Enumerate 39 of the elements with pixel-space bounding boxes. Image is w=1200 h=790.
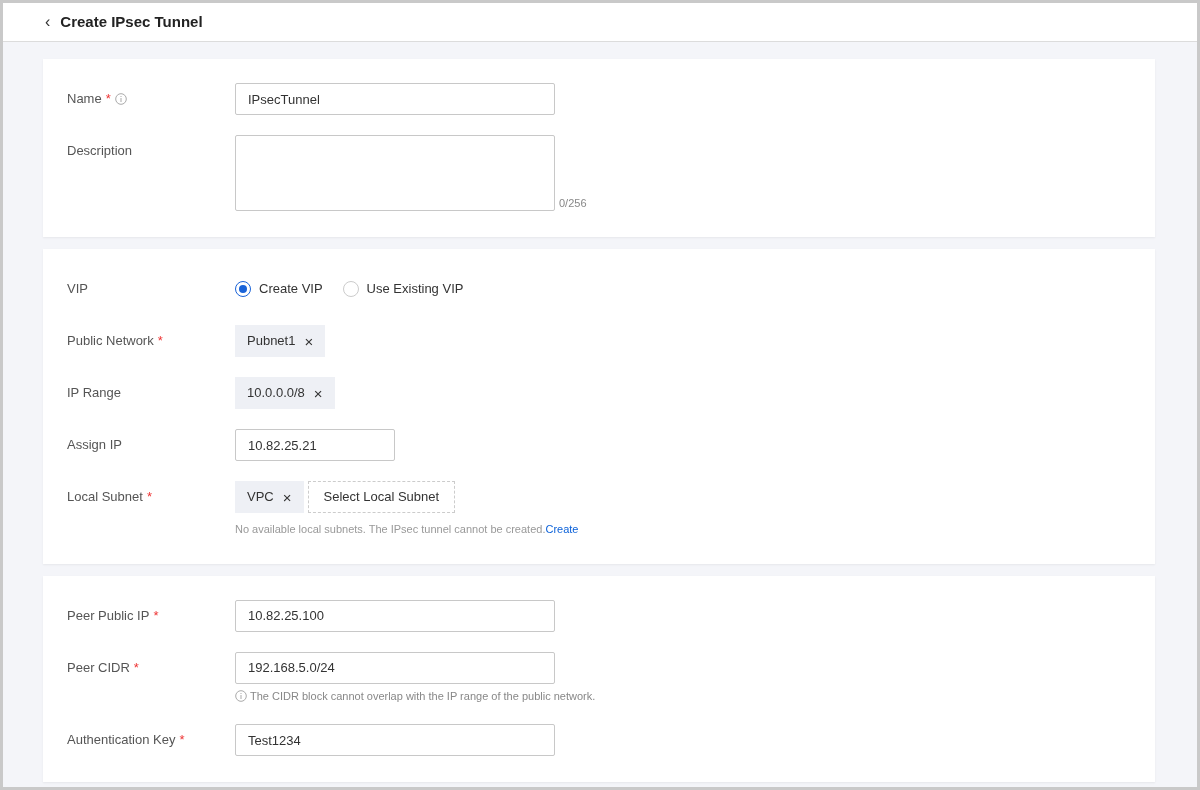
radio-button[interactable]: [235, 281, 251, 297]
input-field[interactable]: Test1234: [235, 724, 555, 756]
character-counter: 0/256: [559, 195, 587, 211]
input-field[interactable]: 10.82.25.100: [235, 599, 555, 632]
required-mark: *: [157, 332, 163, 350]
page-title: Create IPsec Tunnel: [60, 11, 203, 32]
field-label: Name: [67, 90, 102, 108]
select-button[interactable]: Select Local Subnet: [307, 481, 456, 513]
hint-text: The CIDR block cannot overlap with the IP range of the public network.: [250, 688, 596, 704]
back-button[interactable]: ‹: [45, 14, 51, 30]
radio-label: Use Existing VIP: [366, 280, 464, 298]
input-field[interactable]: IPsecTunnel: [235, 83, 555, 115]
remove-button[interactable]: ×: [304, 333, 314, 349]
help-text: No available local subnets. The IPsec tunnel cannot be created.Create: [235, 522, 579, 537]
required-mark: *: [146, 488, 152, 506]
field-label: Public Network: [67, 332, 154, 350]
required-mark: *: [179, 731, 185, 749]
remove-button[interactable]: ×: [282, 489, 292, 505]
field-label: IP Range: [67, 384, 121, 402]
input-field[interactable]: 192.168.5.0/24: [235, 651, 555, 684]
required-mark: *: [153, 606, 159, 625]
tag-text: 10.0.0.0/8: [247, 384, 305, 403]
radio-label: Create VIP: [259, 280, 323, 298]
tag-text: VPC: [247, 488, 274, 507]
tag-text: Pubnet1: [247, 332, 296, 351]
field-label: Peer Public IP: [67, 606, 150, 625]
field-label: Description: [67, 142, 133, 160]
info-icon[interactable]: [114, 93, 127, 105]
field-label: Authentication Key: [67, 731, 176, 749]
field-label: VIP: [67, 280, 88, 298]
input-field[interactable]: 10.82.25.21: [235, 429, 395, 461]
required-mark: *: [133, 658, 139, 677]
required-mark: *: [105, 90, 111, 108]
text-area[interactable]: [235, 135, 555, 211]
field-label: Local Subnet: [67, 488, 143, 506]
create-link[interactable]: Create: [545, 523, 579, 535]
remove-button[interactable]: ×: [313, 385, 323, 401]
field-label: Peer CIDR: [67, 658, 130, 677]
field-label: Assign IP: [67, 436, 122, 454]
